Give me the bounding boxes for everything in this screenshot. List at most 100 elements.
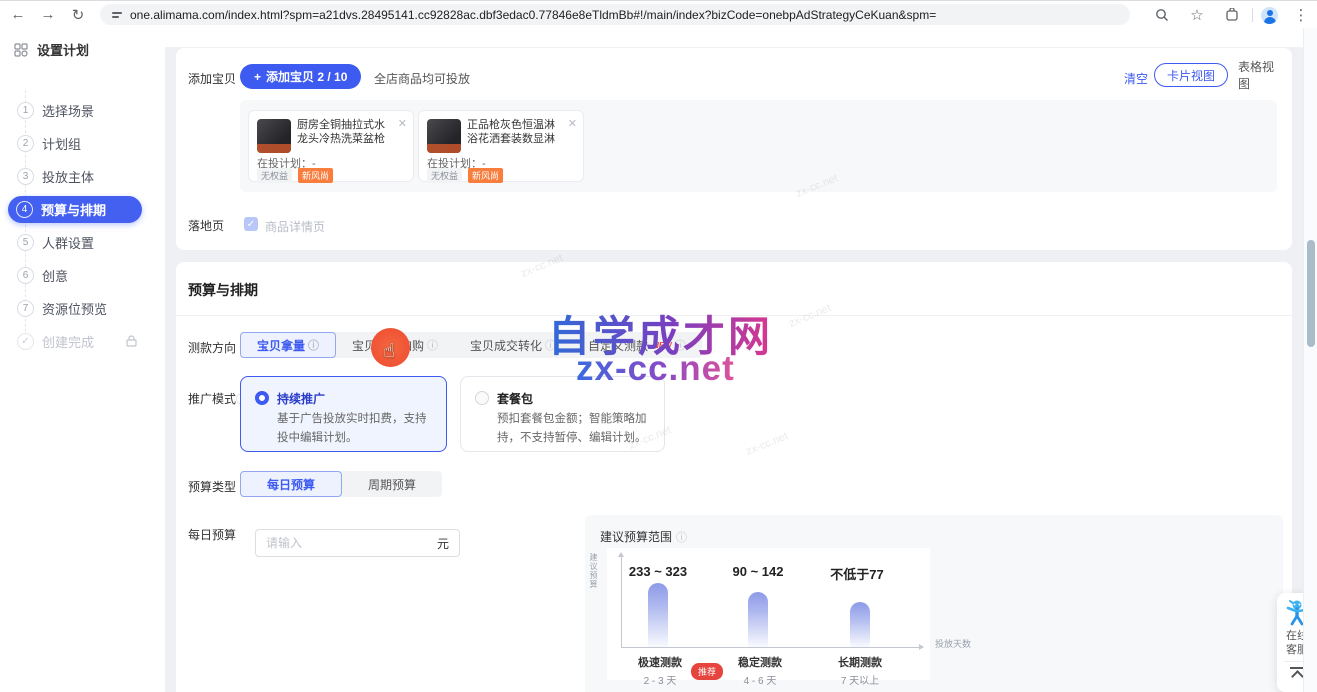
- daily-budget-label: 每日预算: [188, 526, 236, 543]
- rights-tag: 无权益: [257, 168, 292, 183]
- product-tags: 无权益 新风尚: [427, 168, 503, 183]
- sidebar-step-creative[interactable]: 6 创意: [0, 265, 165, 285]
- info-icon[interactable]: ⓘ: [676, 529, 687, 545]
- kebab-menu-icon[interactable]: ⋮: [1289, 4, 1313, 26]
- step-number: 4: [16, 201, 33, 218]
- y-axis: [621, 554, 622, 647]
- address-bar[interactable]: one.alimama.com/index.html?spm=a21dvs.28…: [100, 4, 1130, 25]
- tab-label: 宝贝拿量: [257, 337, 305, 354]
- promo-tag: 新风尚: [298, 168, 333, 183]
- page-scrollbar-thumb[interactable]: [1307, 240, 1315, 347]
- category-days: 4 - 6 天: [738, 672, 782, 687]
- radio-unselected-icon[interactable]: [475, 391, 489, 405]
- hand-cursor-icon: ☝: [383, 340, 395, 362]
- category-days: 2 - 3 天: [638, 672, 682, 687]
- category-name: 长期测款: [838, 654, 882, 670]
- budget-type-label: 预算类型: [188, 478, 236, 495]
- landing-page-label: 落地页: [188, 217, 224, 234]
- page-top-strip: [165, 28, 1317, 48]
- sidebar-header: 设置计划: [14, 40, 89, 59]
- remove-product-icon[interactable]: ✕: [568, 117, 577, 130]
- x-axis: [621, 647, 921, 648]
- currency-unit: 元: [437, 535, 449, 552]
- step-label: 选择场景: [42, 101, 94, 120]
- chart-y-axis-label: 建议预算: [588, 553, 599, 589]
- step-label: 人群设置: [42, 233, 94, 252]
- bar-value-label: 233 ~ 323: [629, 564, 687, 579]
- sidebar-step-creation-done: ✓ 创建完成: [0, 331, 165, 351]
- bar-long-test: [850, 602, 870, 647]
- mode-label-text: 推广模式: [188, 392, 236, 406]
- mode-card-continuous[interactable]: 持续推广 基于广告投放实时扣费，支持投中编辑计划。: [240, 376, 447, 452]
- product-thumbnail: [257, 119, 291, 153]
- add-items-card: 添加宝贝 + 添加宝贝 2 / 10 全店商品均可投放 清空 卡片视图 表格视图…: [176, 48, 1292, 250]
- browser-toolbar: ← → ↻ one.alimama.com/index.html?spm=a21…: [0, 0, 1317, 28]
- step-label: 创意: [42, 266, 68, 285]
- budget-suggestion-panel: 建议预算范围ⓘ 建议预算 233 ~ 323 90 ~ 142 不低于77 极速…: [585, 515, 1283, 692]
- tab-daily-budget[interactable]: 每日预算: [240, 471, 342, 497]
- site-settings-icon[interactable]: [112, 12, 122, 18]
- product-thumbnail: [427, 119, 461, 153]
- promo-tag: 新风尚: [468, 168, 503, 183]
- product-title: 正品枪灰色恒温淋浴花洒套装数显淋雨浴全...: [467, 118, 565, 147]
- page-scrollbar-track[interactable]: [1303, 28, 1317, 692]
- profile-avatar-icon[interactable]: [1261, 7, 1278, 24]
- step-number: 5: [17, 234, 34, 251]
- direction-label: 测款方向: [188, 339, 236, 356]
- daily-budget-input[interactable]: [266, 536, 431, 550]
- table-view-toggle[interactable]: 表格视图: [1226, 63, 1292, 87]
- sidebar-step-plan-group[interactable]: 2 计划组: [0, 133, 165, 153]
- landing-option-label: 商品详情页: [265, 218, 325, 235]
- tab-period-budget[interactable]: 周期预算: [342, 471, 442, 497]
- sidebar-step-audience[interactable]: 5 人群设置: [0, 232, 165, 252]
- reload-icon[interactable]: ↻: [66, 4, 90, 26]
- forward-icon[interactable]: →: [36, 4, 60, 26]
- bar-category-label: 极速测款 2 - 3 天: [638, 654, 682, 687]
- tab-label: 每日预算: [267, 476, 315, 493]
- mode-desc: 基于广告投放实时扣费，支持投中编辑计划。: [277, 410, 435, 448]
- sidebar-step-choose-scene[interactable]: 1 选择场景: [0, 100, 165, 120]
- screen: ← → ↻ one.alimama.com/index.html?spm=a21…: [0, 0, 1317, 692]
- sidebar-step-placement-preview[interactable]: 7 资源位预览: [0, 298, 165, 318]
- remove-product-icon[interactable]: ✕: [398, 117, 407, 130]
- step-number: 3: [17, 168, 34, 185]
- sidebar-step-delivery-subject[interactable]: 3 投放主体: [0, 166, 165, 186]
- lock-icon: [126, 335, 137, 347]
- product-card[interactable]: 正品枪灰色恒温淋浴花洒套装数显淋雨浴全... ✕ 在投计划：- 无权益 新风尚: [418, 110, 584, 182]
- section-title: 预算与排期: [188, 280, 258, 300]
- tab-label: 宝贝成交转化: [470, 337, 542, 354]
- category-name: 稳定测款: [738, 654, 782, 670]
- info-icon[interactable]: ⓘ: [427, 337, 438, 353]
- clear-all-link[interactable]: 清空: [1124, 70, 1148, 87]
- bookmark-star-icon[interactable]: ☆: [1185, 4, 1209, 26]
- mode-label: 推广模式ⓘ: [188, 390, 247, 407]
- chart-x-axis-label: 投放天数: [935, 637, 971, 650]
- radio-selected-icon[interactable]: [255, 391, 269, 405]
- browser-actions: ☆ ⋮: [1144, 1, 1313, 29]
- sidebar-step-budget-schedule-active[interactable]: 4 预算与排期: [8, 196, 142, 223]
- daily-budget-field: 元: [255, 529, 460, 557]
- category-name: 极速测款: [638, 654, 682, 670]
- product-card[interactable]: 厨房全铜抽拉式水龙头冷热洗菜盆枪灰泡水... ✕ 在投计划：- 无权益 新风尚: [248, 110, 414, 182]
- step-number: 1: [17, 102, 34, 119]
- step-number: 7: [17, 300, 34, 317]
- step-label: 资源位预览: [42, 299, 107, 318]
- plan-grid-icon: [14, 43, 28, 57]
- step-label: 投放主体: [42, 167, 94, 186]
- back-icon[interactable]: ←: [6, 4, 30, 26]
- info-icon[interactable]: ⓘ: [308, 337, 319, 353]
- card-view-toggle[interactable]: 卡片视图: [1154, 63, 1228, 87]
- chart-title: 建议预算范围ⓘ: [600, 528, 687, 545]
- tab-baobei-naliang[interactable]: 宝贝拿量 ⓘ: [240, 332, 336, 358]
- bar-value-label: 不低于77: [830, 564, 883, 583]
- add-item-button[interactable]: + 添加宝贝 2 / 10: [240, 64, 361, 89]
- extensions-icon[interactable]: [1220, 4, 1244, 26]
- zoom-search-icon[interactable]: [1150, 4, 1174, 26]
- step-number: 2: [17, 135, 34, 152]
- add-item-button-label: 添加宝贝 2 / 10: [266, 68, 347, 85]
- bar-stable-test: [748, 592, 768, 647]
- landing-checkbox[interactable]: ✓: [244, 217, 258, 231]
- bar-category-label: 长期测款 7 天以上: [838, 654, 882, 687]
- step-label: 计划组: [42, 134, 81, 153]
- plus-icon: +: [254, 70, 261, 84]
